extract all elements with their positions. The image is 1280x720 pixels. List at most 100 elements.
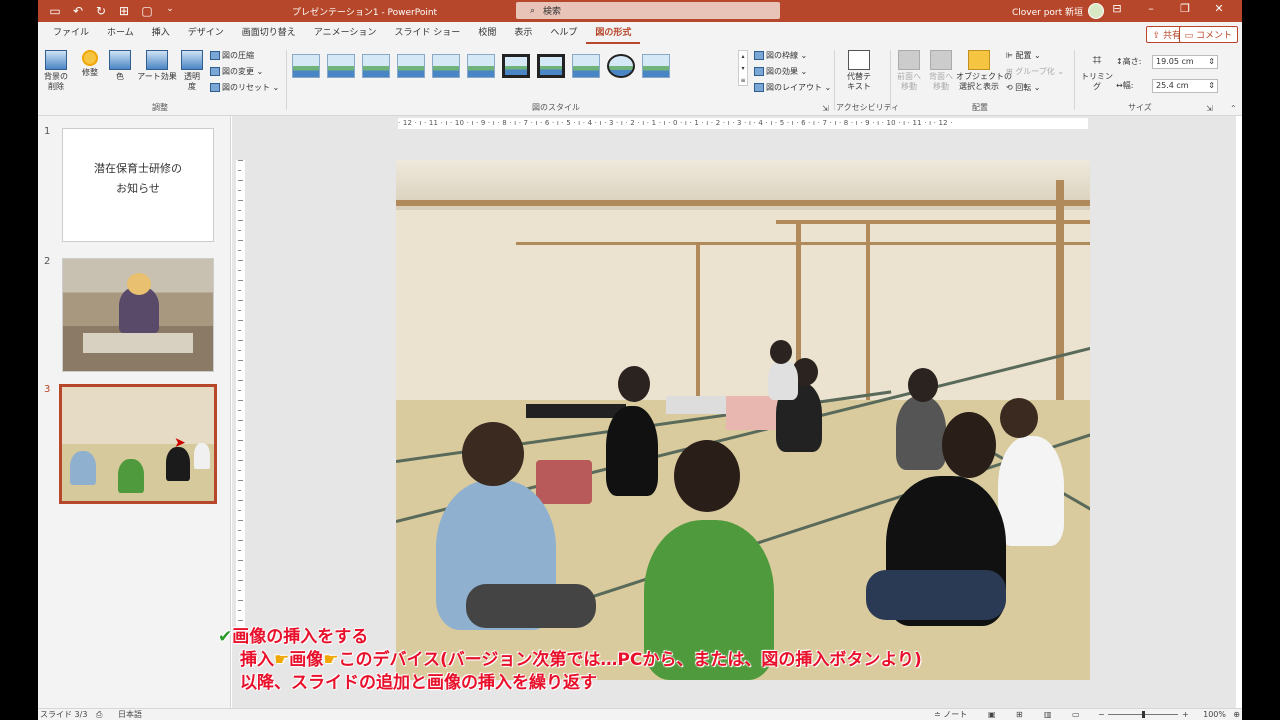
zoom-slider-knob[interactable]	[1142, 711, 1145, 718]
zoom-in-icon[interactable]: +	[1182, 709, 1189, 720]
group-button[interactable]: ⊞ グループ化 ⌄	[1006, 66, 1064, 77]
photo-person-head	[462, 422, 524, 486]
slide-thumbnail-1[interactable]: 潜在保育士研修の お知らせ	[62, 128, 214, 242]
user-name[interactable]: Clover port 新垣	[1012, 5, 1083, 18]
picture-style-thumb[interactable]	[572, 54, 600, 78]
slide-editor[interactable]: · 12 · ı · 11 · ı · 10 · ı · 9 · ı · 8 ·…	[232, 116, 1236, 708]
tab-review[interactable]: 校閲	[469, 22, 505, 44]
comment-button[interactable]: ▭ コメント	[1178, 26, 1238, 43]
corrections-button[interactable]: 修整	[78, 50, 102, 78]
zoom-out-icon[interactable]: −	[1098, 709, 1105, 720]
vertical-ruler	[236, 160, 245, 630]
tab-view[interactable]: 表示	[505, 22, 541, 44]
picture-styles-gallery	[292, 50, 742, 84]
tab-insert[interactable]: 挿入	[143, 22, 179, 44]
picture-style-thumb[interactable]	[607, 54, 635, 78]
reset-picture-button[interactable]: 図のリセット ⌄	[210, 82, 279, 93]
selection-pane-button[interactable]: オブジェクトの 選択と表示	[956, 50, 1012, 92]
picture-effects-button[interactable]: 図の効果 ⌄	[754, 66, 807, 77]
picture-layout-button[interactable]: 図のレイアウト ⌄	[754, 82, 831, 93]
ruler-tick	[238, 180, 243, 181]
close-icon[interactable]: ✕	[1202, 2, 1236, 15]
tab-picture-format[interactable]: 図の形式	[586, 22, 641, 44]
pointing-hand-icon: ☛	[323, 650, 339, 670]
picture-style-thumb[interactable]	[467, 54, 495, 78]
picture-style-thumb[interactable]	[362, 54, 390, 78]
caption-line-2: 挿入☛画像☛このデバイス(バージョン次第では…PCから、または、図の挿入ボタンよ…	[240, 650, 922, 670]
customize-qat-icon[interactable]: ⌄	[163, 4, 177, 18]
picture-layout-icon	[754, 83, 764, 92]
slide-thumbnail-2[interactable]	[62, 258, 214, 372]
spellcheck-icon[interactable]: ⎙	[96, 709, 102, 720]
slide-sorter-icon[interactable]: ⊞	[1016, 709, 1023, 720]
crop-button[interactable]: ⌗ トリミング	[1080, 50, 1114, 92]
change-picture-button[interactable]: 図の変更 ⌄	[210, 66, 263, 77]
tab-home[interactable]: ホーム	[98, 22, 143, 44]
picture-style-thumb[interactable]	[327, 54, 355, 78]
color-button[interactable]: 色	[108, 50, 132, 82]
height-field[interactable]: 19.05 cm ⇕	[1152, 55, 1218, 69]
tab-help[interactable]: ヘルプ	[541, 22, 586, 44]
save-icon[interactable]: ▭	[48, 4, 62, 18]
transparency-button[interactable]: 透明 度	[180, 50, 204, 92]
picture-border-button[interactable]: 図の枠線 ⌄	[754, 50, 807, 61]
quick-access-toolbar: ▭ ↶ ↻ ⊞ ▢ ⌄	[38, 4, 177, 18]
rotate-button[interactable]: ⟲ 回転 ⌄	[1006, 82, 1041, 93]
language-indicator[interactable]: 日本語	[118, 709, 142, 720]
tab-animations[interactable]: アニメーション	[305, 22, 386, 44]
bring-forward-button[interactable]: 前面へ 移動	[894, 50, 924, 92]
notes-button[interactable]: ≐ ノート	[934, 709, 967, 720]
crop-icon: ⌗	[1092, 50, 1102, 69]
dialog-launcher-icon[interactable]: ⇲	[1206, 104, 1213, 113]
zoom-level[interactable]: 100%	[1203, 709, 1226, 720]
ruler-tick	[238, 530, 241, 531]
picture-style-thumb[interactable]	[397, 54, 425, 78]
undo-icon[interactable]: ↶	[71, 4, 85, 18]
tab-file[interactable]: ファイル	[44, 22, 98, 44]
height-icon: ↕	[1116, 57, 1123, 66]
picture-style-thumb[interactable]	[502, 54, 530, 78]
gallery-scroll[interactable]: ▴ ▾ ≡	[738, 50, 748, 86]
align-button[interactable]: ⊫ 配置 ⌄	[1006, 50, 1041, 61]
ruler-tick	[238, 240, 243, 241]
ruler-tick	[238, 250, 241, 251]
compress-pictures-button[interactable]: 図の圧縮	[210, 50, 254, 61]
slide-thumbnail-3[interactable]: ➤	[59, 384, 217, 504]
collapse-ribbon-icon[interactable]: ⌃	[1230, 104, 1237, 113]
ruler-tick	[238, 190, 241, 191]
spinner-icon[interactable]: ⇕	[1208, 56, 1217, 68]
picture-style-thumb[interactable]	[642, 54, 670, 78]
search-box[interactable]: ⌕ 検索	[516, 2, 780, 19]
tab-transitions[interactable]: 画面切り替え	[233, 22, 305, 44]
picture-style-thumb[interactable]	[537, 54, 565, 78]
picture-style-thumb[interactable]	[432, 54, 460, 78]
spinner-icon[interactable]: ⇕	[1208, 80, 1217, 92]
slideshow-icon[interactable]: ▭	[1072, 709, 1080, 720]
ruler-tick	[238, 210, 241, 211]
picture-style-thumb[interactable]	[292, 54, 320, 78]
redo-icon[interactable]: ↻	[94, 4, 108, 18]
slide-2-mask	[127, 273, 151, 295]
alt-text-button[interactable]: 代替テ キスト	[844, 50, 874, 92]
ruler-tick	[238, 420, 243, 421]
artistic-effects-button[interactable]: アート効果	[136, 50, 178, 82]
dialog-launcher-icon[interactable]: ⇲	[822, 104, 829, 113]
ruler-tick	[238, 230, 241, 231]
send-backward-button[interactable]: 背面へ 移動	[926, 50, 956, 92]
slide-3-person	[118, 459, 144, 493]
video-frame-right	[1242, 0, 1280, 720]
fit-slide-icon[interactable]: ⊕	[1233, 709, 1240, 720]
remove-background-button[interactable]: 背景の 削除	[42, 50, 70, 92]
ruler-tick	[238, 160, 243, 161]
normal-view-icon[interactable]: ▣	[988, 709, 996, 720]
ribbon-display-icon[interactable]: ⊟	[1100, 2, 1134, 15]
restore-icon[interactable]: ❐	[1168, 2, 1202, 15]
new-icon[interactable]: ▢	[140, 4, 154, 18]
present-icon[interactable]: ⊞	[117, 4, 131, 18]
slide-picture[interactable]	[396, 160, 1090, 680]
reading-view-icon[interactable]: ▥	[1044, 709, 1052, 720]
tab-design[interactable]: デザイン	[179, 22, 233, 44]
minimize-icon[interactable]: –	[1134, 2, 1168, 15]
width-field[interactable]: 25.4 cm ⇕	[1152, 79, 1218, 93]
tab-slideshow[interactable]: スライド ショー	[385, 22, 469, 44]
